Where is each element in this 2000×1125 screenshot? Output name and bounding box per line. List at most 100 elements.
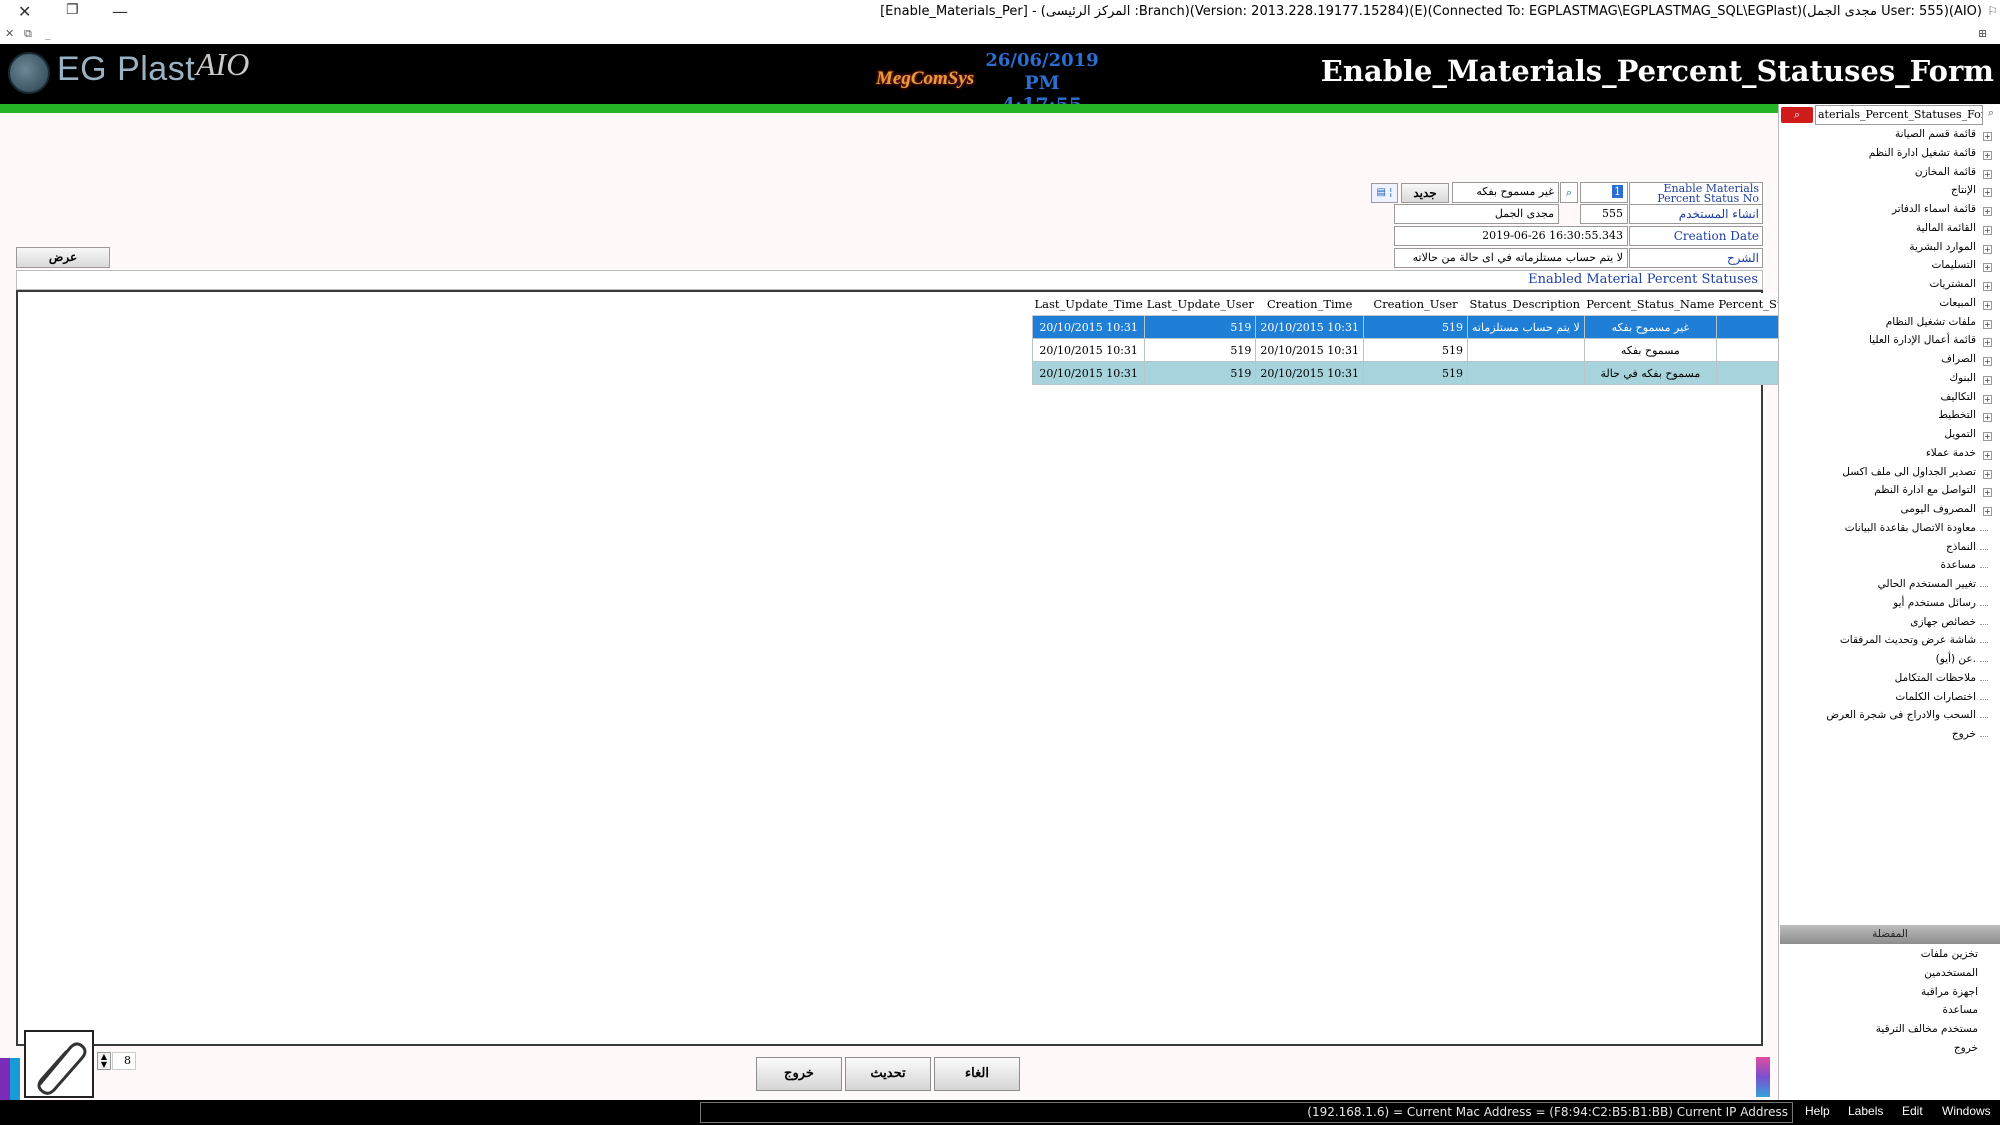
- cell-percent-status-name[interactable]: مسموح بفكه في حالة: [1583, 361, 1717, 385]
- sidebar-tree-item[interactable]: قائمة اسماء الدفاتر: [1892, 203, 1976, 215]
- expand-icon[interactable]: +: [1983, 450, 1992, 460]
- expand-icon[interactable]: +: [1983, 207, 1992, 216]
- cell-last-update-time[interactable]: 20/10/2015 10:31: [1031, 338, 1146, 362]
- expand-icon[interactable]: +: [1983, 357, 1992, 366]
- record-nav-icon[interactable]: ▤ ¦: [1371, 183, 1398, 203]
- expand-icon[interactable]: +: [1983, 132, 1992, 141]
- expand-icon[interactable]: +: [1983, 507, 1992, 516]
- expand-icon[interactable]: +: [1983, 150, 1992, 160]
- cell-last-update-time[interactable]: 20/10/2015 10:31: [1031, 361, 1146, 385]
- window-restore-icon[interactable]: ❐: [66, 2, 79, 18]
- sidebar-tree-item[interactable]: شاشة عرض وتحديث المرفقات: [1840, 634, 1976, 646]
- sidebar-tree-item[interactable]: المبيعات: [1939, 297, 1976, 309]
- cell-creation-user[interactable]: 519: [1363, 361, 1469, 385]
- sidebar-tree-item[interactable]: ملاحظات المتكامل: [1895, 672, 1976, 684]
- cell-creation-user[interactable]: 519: [1363, 315, 1469, 339]
- grid-table[interactable]: Last_Update_Time Last_Update_User Creati…: [1031, 293, 1832, 385]
- sidebar-tree-item[interactable]: السحب والادراج فى شجرة العرض: [1826, 709, 1976, 721]
- sidebar-tree-item[interactable]: المصروف اليومى: [1901, 503, 1976, 515]
- sidebar-tree-item[interactable]: قائمة تشغيل ادارة النظم: [1869, 147, 1976, 159]
- mdi-restore-icon[interactable]: ⧉: [24, 27, 32, 41]
- page-spinner[interactable]: ▲ ▼: [97, 1052, 111, 1070]
- col-last-update-time[interactable]: Last_Update_Time: [1032, 293, 1145, 316]
- menu-windows[interactable]: Windows: [1942, 1104, 1991, 1118]
- expand-icon[interactable]: +: [1983, 432, 1992, 441]
- expand-icon[interactable]: +: [1983, 319, 1992, 329]
- col-status-description[interactable]: Status_Description: [1467, 293, 1585, 316]
- window-minimize-icon[interactable]: —: [112, 2, 128, 21]
- menu-edit[interactable]: Edit: [1902, 1104, 1923, 1118]
- cell-last-update-user[interactable]: 519: [1144, 361, 1257, 385]
- expand-icon[interactable]: +: [1983, 188, 1992, 198]
- sidebar-tree-item[interactable]: معاودة الاتصال بقاعدة البيانات: [1845, 522, 1976, 534]
- sidebar-tree-item[interactable]: التكاليف: [1940, 391, 1976, 403]
- sidebar-tree-item[interactable]: اختصارات الكلمات: [1895, 691, 1976, 703]
- sidebar-tree-item[interactable]: عن (أيو).: [1936, 653, 1976, 665]
- sidebar-tree-item[interactable]: خدمة عملاء: [1926, 447, 1976, 459]
- cell-last-update-user[interactable]: 519: [1144, 315, 1257, 339]
- expand-icon[interactable]: +: [1983, 394, 1992, 404]
- sidebar-tree-item[interactable]: خروج: [1952, 728, 1976, 740]
- expand-icon[interactable]: +: [1983, 225, 1992, 235]
- window-close-icon[interactable]: ✕: [18, 2, 31, 21]
- cell-creation-user[interactable]: 519: [1363, 338, 1469, 362]
- favorite-item[interactable]: خروج: [1954, 1042, 1978, 1054]
- sidebar-tree-item[interactable]: الصراف: [1941, 353, 1976, 365]
- sidebar-tree-item[interactable]: الإنتاج: [1951, 184, 1976, 196]
- col-last-update-user[interactable]: Last_Update_User: [1144, 293, 1256, 316]
- table-row[interactable]: 20/10/2015 10:31 519 20/10/2015 10:31 51…: [1031, 338, 1832, 362]
- status-name-input[interactable]: غير مسموح بفكه: [1452, 182, 1559, 203]
- cell-status-description[interactable]: لا يتم حساب مستلزماته: [1467, 315, 1585, 339]
- sidebar-tree-item[interactable]: التخطيط: [1938, 409, 1976, 421]
- sidebar-tree-item[interactable]: الموارد البشرية: [1909, 241, 1976, 253]
- cell-creation-time[interactable]: 20/10/2015 10:31: [1255, 361, 1365, 385]
- favorite-item[interactable]: المستخدمين: [1924, 967, 1978, 979]
- page-number-field[interactable]: 8: [112, 1052, 136, 1070]
- cell-status-description[interactable]: [1467, 361, 1585, 385]
- menu-help[interactable]: Help: [1805, 1104, 1830, 1118]
- sidebar-tree-item[interactable]: التواصل مع ادارة النظم: [1874, 484, 1976, 496]
- exit-button[interactable]: خروج: [756, 1057, 842, 1091]
- sidebar-tree-item[interactable]: النماذج: [1946, 541, 1976, 553]
- mdi-right-icon[interactable]: ⊞: [1978, 27, 1987, 40]
- nav-search-button[interactable]: ⌕: [1781, 107, 1813, 123]
- sidebar-tree-item[interactable]: ملفات تشغيل النظام: [1886, 316, 1976, 328]
- data-grid[interactable]: [16, 290, 1763, 1046]
- sidebar-tree-item[interactable]: خصائص جهازى: [1910, 616, 1976, 628]
- favorite-item[interactable]: تخزين ملفات: [1921, 948, 1978, 960]
- attachment-button[interactable]: [24, 1030, 94, 1098]
- sidebar-tree-item[interactable]: تصدير الجداول الى ملف اكسل: [1842, 466, 1976, 478]
- sidebar-tree-item[interactable]: المشتريات: [1929, 278, 1976, 290]
- show-button[interactable]: عرض: [16, 247, 110, 268]
- sidebar-tree-item[interactable]: قائمة قسم الصيانة: [1895, 128, 1976, 140]
- cell-percent-status-name[interactable]: مسموح بفكه: [1583, 338, 1717, 362]
- mdi-close-icon[interactable]: ✕: [5, 27, 14, 40]
- sidebar-tree-item[interactable]: تغيير المستخدم الحالي: [1878, 578, 1976, 590]
- cell-last-update-user[interactable]: 519: [1144, 338, 1257, 362]
- nav-search-input[interactable]: aterials_Percent_Statuses_Form: [1815, 105, 1983, 125]
- col-creation-time[interactable]: Creation_Time: [1255, 293, 1364, 316]
- sidebar-tree-item[interactable]: القائمة المالية: [1916, 222, 1976, 234]
- expand-icon[interactable]: +: [1983, 282, 1992, 291]
- sidebar-tree-item[interactable]: البنوك: [1949, 372, 1976, 384]
- sidebar-tree-item[interactable]: قائمة أعمال الإدارة العليا: [1869, 334, 1976, 346]
- favorite-item[interactable]: اجهزة مراقبة: [1921, 986, 1978, 998]
- cell-status-description[interactable]: [1467, 338, 1585, 362]
- cell-last-update-time[interactable]: 20/10/2015 10:31: [1031, 315, 1146, 339]
- expand-icon[interactable]: +: [1983, 338, 1992, 348]
- favorite-item[interactable]: مساعدة: [1943, 1004, 1978, 1016]
- sidebar-tree-item[interactable]: قائمة المخازن: [1915, 166, 1976, 178]
- expand-icon[interactable]: +: [1983, 169, 1992, 179]
- sidebar-tree-item[interactable]: التسليمات: [1932, 259, 1976, 271]
- table-row[interactable]: 20/10/2015 10:31 519 20/10/2015 10:31 51…: [1031, 315, 1832, 339]
- expand-icon[interactable]: +: [1983, 244, 1992, 254]
- expand-icon[interactable]: +: [1983, 413, 1992, 423]
- col-creation-user[interactable]: Creation_User: [1363, 293, 1468, 316]
- sidebar-tree-item[interactable]: مساعدة: [1941, 559, 1976, 571]
- description-field[interactable]: لا يتم حساب مستلزماته في اى حالة من حالا…: [1394, 248, 1628, 268]
- expand-icon[interactable]: +: [1983, 300, 1992, 310]
- cell-creation-time[interactable]: 20/10/2015 10:31: [1255, 315, 1365, 339]
- cell-creation-time[interactable]: 20/10/2015 10:31: [1255, 338, 1365, 362]
- expand-icon[interactable]: +: [1983, 469, 1992, 479]
- favorite-item[interactable]: مستخدم مخالف الترقية: [1876, 1023, 1978, 1035]
